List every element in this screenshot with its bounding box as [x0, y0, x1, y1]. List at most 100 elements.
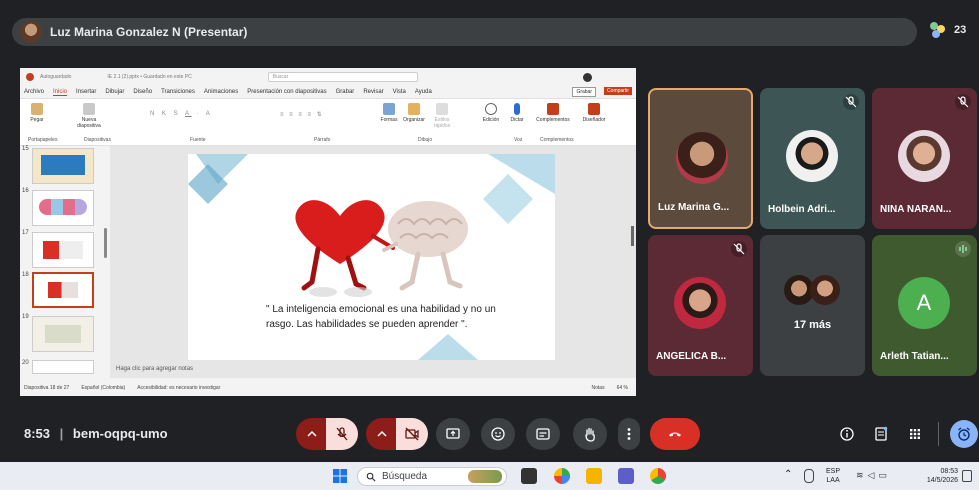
- camera-toggle-button[interactable]: [396, 418, 428, 450]
- thumbnail-scrollbar[interactable]: [104, 228, 107, 258]
- tray-overflow-icon[interactable]: ⌃: [784, 469, 792, 480]
- group-clipboard: Portapapeles: [28, 137, 58, 143]
- notifications-icon[interactable]: [962, 470, 972, 482]
- slide-thumbnail[interactable]: [32, 316, 94, 352]
- participant-initial-avatar: A: [898, 277, 950, 329]
- menu-inicio[interactable]: Inicio: [53, 89, 68, 96]
- menu-ayuda[interactable]: Ayuda: [415, 89, 432, 95]
- participant-tile[interactable]: NINA NARAN...: [872, 88, 977, 229]
- participant-avatar: [676, 132, 728, 184]
- participant-name: ANGELICA B...: [656, 351, 727, 362]
- new-slide-button[interactable]: Nueva diapositiva: [74, 103, 104, 129]
- menu-revisar[interactable]: Revisar: [363, 89, 383, 95]
- user-avatar[interactable]: [583, 72, 592, 82]
- captions-button[interactable]: [526, 418, 560, 450]
- copilot-icon[interactable]: [554, 468, 570, 484]
- accessibility-status[interactable]: Accesibilidad: es necesario investigar: [137, 385, 220, 391]
- paragraph-controls[interactable]: ≡ ≡ ≡ ≡ ⇅: [280, 111, 370, 131]
- reactions-button[interactable]: [481, 418, 515, 450]
- group-voice: Voz: [514, 137, 523, 143]
- raise-hand-button[interactable]: [573, 418, 607, 450]
- thumb-number: 17: [22, 230, 29, 236]
- zoom-level[interactable]: 64 %: [617, 385, 628, 391]
- audio-options-button[interactable]: [296, 418, 328, 450]
- notes-button[interactable]: Notas: [592, 385, 605, 391]
- timer-button[interactable]: [950, 420, 978, 448]
- addins-button[interactable]: Complementos: [532, 103, 574, 123]
- meeting-code: bem-oqpq-umo: [72, 426, 168, 441]
- menu-grabar[interactable]: Grabar: [336, 89, 355, 95]
- ppt-search-input[interactable]: Buscar: [267, 72, 418, 82]
- menu-dibujar[interactable]: Dibujar: [105, 89, 124, 95]
- presenter-avatar: [20, 21, 42, 43]
- network-volume-battery-icons[interactable]: ≋◁▭: [856, 470, 891, 481]
- participant-count: 23: [954, 24, 967, 36]
- microphone-icon: [514, 103, 520, 115]
- menu-transiciones[interactable]: Transiciones: [161, 89, 195, 95]
- group-slides: Diapositivas: [84, 137, 111, 143]
- more-participants-tile[interactable]: 17 más: [760, 235, 865, 376]
- shapes-button[interactable]: Formas: [378, 103, 400, 123]
- slide-thumbnail[interactable]: [32, 360, 94, 374]
- mic-toggle-button[interactable]: [326, 418, 358, 450]
- file-explorer-icon[interactable]: [586, 468, 602, 484]
- designer-button[interactable]: Diseñador: [580, 103, 608, 123]
- editing-button[interactable]: Edición: [480, 103, 502, 123]
- slide-thumbnail[interactable]: [32, 148, 94, 184]
- powerpoint-logo-icon: [26, 73, 34, 81]
- autosave-label[interactable]: Autoguardado: [40, 74, 71, 80]
- participant-tile[interactable]: ANGELICA B...: [648, 235, 753, 376]
- participant-tile[interactable]: Luz Marina G...: [648, 88, 753, 229]
- font-controls[interactable]: N K S A · A: [150, 111, 260, 131]
- windows-start-icon[interactable]: [332, 468, 348, 484]
- menu-insertar[interactable]: Insertar: [76, 89, 96, 95]
- more-options-button[interactable]: [618, 418, 640, 450]
- system-clock[interactable]: 08:53 14/5/2026: [914, 467, 958, 485]
- menu-animaciones[interactable]: Animaciones: [204, 89, 238, 95]
- arrange-button[interactable]: Organizar: [402, 103, 426, 123]
- dictate-button[interactable]: Dictar: [508, 103, 526, 123]
- apps-grid-icon: [910, 429, 920, 439]
- slide-scrollbar[interactable]: [631, 226, 634, 246]
- chrome-icon[interactable]: [650, 468, 666, 484]
- mic-off-icon: [843, 94, 859, 110]
- slide-thumbnail[interactable]: [32, 190, 94, 226]
- quick-styles-button[interactable]: Estilos rápidos: [428, 103, 456, 129]
- slide-thumbnail-selected[interactable]: [32, 272, 94, 308]
- teams-icon[interactable]: [618, 468, 634, 484]
- present-screen-button[interactable]: [436, 418, 470, 450]
- new-slide-icon: [83, 103, 95, 115]
- current-slide[interactable]: " La inteligencia emocional es una habil…: [188, 154, 555, 360]
- leave-call-button[interactable]: [650, 418, 700, 450]
- powerpoint-window[interactable]: Autoguardado IE 2.1 (2).pptx • Guardado …: [20, 68, 636, 396]
- lang-code: ESP: [826, 468, 841, 475]
- language-status[interactable]: Español (Colombia): [81, 385, 125, 391]
- chat-button[interactable]: [870, 418, 892, 450]
- participants-button[interactable]: 23: [930, 22, 966, 38]
- thumb-number: 19: [22, 314, 29, 320]
- meeting-details-button[interactable]: [836, 418, 858, 450]
- menu-archivo[interactable]: Archivo: [24, 89, 44, 95]
- menu-presentacion[interactable]: Presentación con diapositivas: [247, 89, 326, 95]
- participant-tile[interactable]: A Arleth Tatian...: [872, 235, 977, 376]
- more-participants-label: 17 más: [793, 319, 832, 331]
- video-options-button[interactable]: [366, 418, 398, 450]
- presenter-banner[interactable]: Luz Marina Gonzalez N (Presentar): [12, 18, 917, 46]
- shapes-icon: [383, 103, 395, 115]
- share-button[interactable]: Compartir: [604, 87, 632, 95]
- grabar-button[interactable]: Grabar: [572, 87, 596, 97]
- menu-vista[interactable]: Vista: [393, 89, 406, 95]
- taskbar-search[interactable]: Búsqueda: [357, 467, 507, 486]
- language-indicator[interactable]: ESP LAA: [826, 467, 840, 485]
- task-view-icon[interactable]: [521, 468, 537, 484]
- participant-tile[interactable]: Holbein Adri...: [760, 88, 865, 229]
- activities-button[interactable]: [904, 418, 926, 450]
- more-vert-icon: [627, 428, 631, 440]
- group-addins: Complementos: [540, 137, 574, 143]
- chevron-up-icon: [307, 430, 317, 437]
- microphone-tray-icon[interactable]: [804, 469, 814, 483]
- notes-placeholder[interactable]: Haga clic para agregar notas: [116, 366, 193, 372]
- slide-thumbnail[interactable]: [32, 232, 94, 268]
- paste-button[interactable]: Pegar: [26, 103, 48, 123]
- menu-diseno[interactable]: Diseño: [133, 89, 152, 95]
